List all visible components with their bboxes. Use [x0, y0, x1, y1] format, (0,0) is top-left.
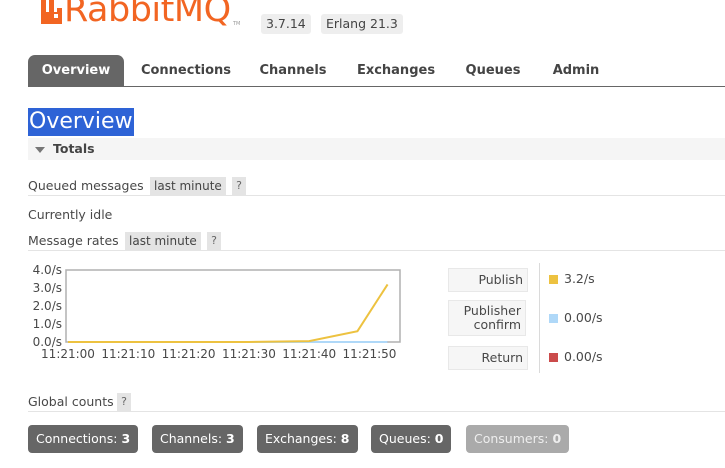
count-label: Channels:: [160, 431, 223, 446]
global-counts-help-icon[interactable]: ?: [117, 393, 131, 411]
message-rates-help-icon[interactable]: ?: [207, 232, 221, 250]
x-tick-label: 11:21:50: [343, 347, 397, 361]
message-rates-label: Message rates: [28, 233, 119, 248]
message-rates-period[interactable]: last minute: [125, 232, 201, 250]
x-tick-label: 11:21:10: [101, 347, 155, 361]
queues-count-button[interactable]: Queues: 0: [371, 425, 452, 453]
queued-messages-help-icon[interactable]: ?: [232, 177, 246, 195]
totals-section-header[interactable]: [28, 138, 725, 160]
count-label: Connections:: [36, 431, 118, 446]
publish-rate-value: 3.2/s: [564, 271, 595, 286]
count-value: 3: [121, 431, 131, 446]
return-rate-value: 0.00/s: [564, 349, 603, 364]
logo-trademark: TM: [233, 21, 241, 27]
tab-channels[interactable]: Channels: [253, 55, 333, 86]
tab-overview[interactable]: Overview: [28, 55, 124, 86]
y-tick-label: 2.0/s: [33, 299, 62, 313]
count-value: 8: [340, 431, 350, 446]
divider: [28, 411, 725, 412]
erlang-version-badge: Erlang 21.3: [321, 14, 403, 34]
x-tick-label: 11:21:30: [222, 347, 276, 361]
tab-connections[interactable]: Connections: [136, 55, 236, 86]
channels-count-button[interactable]: Channels: 3: [152, 425, 243, 453]
idle-status-text: Currently idle: [28, 207, 113, 222]
tab-queues[interactable]: Queues: [459, 55, 527, 86]
legend-publisher-confirm-button[interactable]: Publisher confirm: [448, 300, 526, 336]
queued-messages-label: Queued messages: [28, 178, 144, 193]
message-rates-chart: 4.0/s3.0/s2.0/s1.0/s0.0/s 11:21:00 11:21:…: [33, 263, 401, 361]
legend-publish-button[interactable]: Publish: [448, 268, 528, 292]
publish-swatch-icon: [549, 275, 558, 284]
consumers-count-button[interactable]: Consumers: 0: [466, 425, 570, 453]
legend-return-label: Return: [481, 350, 523, 365]
x-tick-label: 11:21:40: [282, 347, 336, 361]
page-title: Overview: [28, 108, 134, 136]
count-label: Queues:: [379, 431, 431, 446]
legend-separator: [539, 263, 540, 373]
logo-text: RabbitMQ: [64, 0, 231, 30]
connections-count-button[interactable]: Connections: 3: [28, 425, 139, 453]
count-value: 3: [226, 431, 235, 446]
collapse-triangle-icon[interactable]: [35, 147, 45, 153]
legend-publisher-confirm-label-line1: Publisher: [463, 303, 521, 318]
tab-exchanges[interactable]: Exchanges: [351, 55, 441, 86]
totals-section-label[interactable]: Totals: [53, 141, 95, 157]
legend-publisher-confirm-label-line2: confirm: [473, 317, 521, 332]
tab-admin[interactable]: Admin: [545, 55, 607, 86]
divider: [28, 250, 725, 251]
publisher-confirm-rate-value: 0.00/s: [564, 310, 603, 325]
count-label: Consumers:: [474, 431, 549, 446]
y-tick-label: 3.0/s: [33, 281, 62, 295]
y-tick-label: 1.0/s: [33, 317, 62, 331]
chart-plot-frame: [65, 269, 401, 343]
rabbitmq-version-badge: 3.7.14: [261, 14, 311, 34]
legend-publish-label: Publish: [478, 272, 523, 287]
divider: [28, 195, 725, 196]
rabbitmq-logo-icon: [41, 0, 62, 24]
return-swatch-icon: [549, 353, 558, 362]
nav-divider: [28, 86, 725, 87]
y-tick-label: 4.0/s: [33, 263, 62, 277]
count-value: 0: [434, 431, 444, 446]
count-value: 0: [552, 431, 562, 446]
x-tick-label: 11:21:20: [162, 347, 216, 361]
global-counts-label: Global counts: [28, 394, 114, 409]
count-label: Exchanges:: [265, 431, 337, 446]
exchanges-count-button[interactable]: Exchanges: 8: [257, 425, 358, 453]
x-tick-label: 11:21:00: [41, 347, 95, 361]
publisher-confirm-swatch-icon: [549, 314, 558, 323]
queued-messages-period[interactable]: last minute: [150, 177, 226, 195]
legend-return-button[interactable]: Return: [448, 346, 528, 370]
